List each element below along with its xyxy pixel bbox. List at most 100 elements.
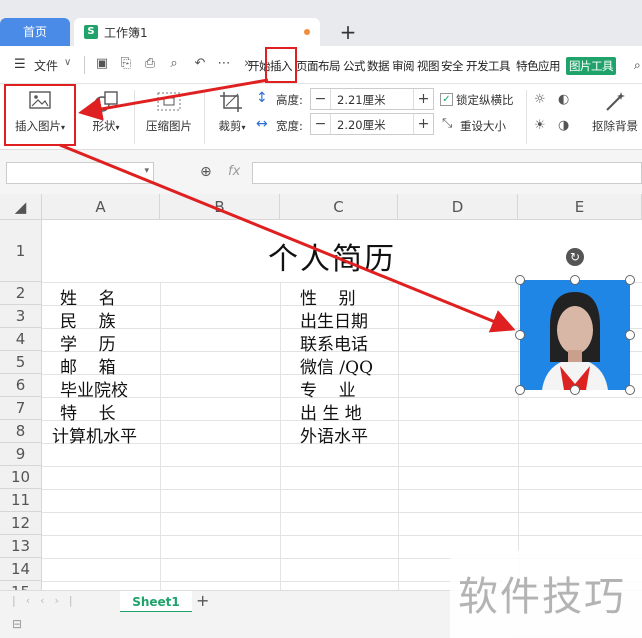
brightness-up-icon[interactable]: ☼ — [534, 92, 546, 107]
compress-icon — [155, 90, 183, 114]
shape-button[interactable]: 形状▾ — [84, 90, 128, 134]
resize-handle-nw[interactable] — [515, 275, 525, 285]
rotate-handle-icon[interactable]: ↻ — [566, 248, 584, 266]
unsaved-dot-icon — [304, 29, 310, 35]
row-header[interactable]: 1 — [0, 220, 42, 282]
column-header-b[interactable]: B — [160, 194, 280, 220]
tab-formula[interactable]: 公式 — [343, 58, 366, 74]
label-phone[interactable]: 联系电话 — [300, 330, 368, 355]
height-value[interactable]: 2.21厘米 — [337, 92, 386, 108]
label-computer-level[interactable]: 计算机水平 — [52, 422, 137, 447]
label-school[interactable]: 毕业院校 — [60, 376, 128, 401]
label-gender[interactable]: 性 别 — [300, 284, 356, 309]
formula-input[interactable] — [252, 162, 642, 184]
print-icon[interactable]: ⎙ — [142, 56, 158, 72]
row-header[interactable]: 8 — [0, 420, 42, 443]
resize-handle-s[interactable] — [570, 385, 580, 395]
tab-special[interactable]: 特色应用 — [516, 58, 561, 74]
row-header[interactable]: 3 — [0, 305, 42, 328]
width-increase-button[interactable]: + — [413, 114, 433, 134]
row-header[interactable]: 4 — [0, 328, 42, 351]
row-header[interactable]: 11 — [0, 489, 42, 512]
label-major[interactable]: 专 业 — [300, 376, 356, 401]
tab-developer[interactable]: 开发工具 — [466, 58, 511, 74]
label-birthdate[interactable]: 出生日期 — [300, 307, 368, 332]
height-decrease-button[interactable]: − — [311, 89, 331, 109]
brightness-down-icon[interactable]: ☀ — [534, 118, 546, 133]
compress-picture-button[interactable]: 压缩图片 — [142, 90, 196, 134]
print-preview-icon[interactable]: ⌕ — [166, 56, 182, 72]
sheet-tab-sheet1[interactable]: Sheet1 — [120, 591, 192, 613]
fx-icon[interactable]: fx — [228, 164, 240, 179]
redo-icon[interactable]: ⋯ — [216, 56, 232, 72]
search-icon[interactable]: ⌕ — [634, 58, 641, 73]
tab-data[interactable]: 数据 — [367, 58, 390, 74]
chevron-down-icon[interactable]: ∨ — [64, 57, 71, 68]
chevron-down-icon[interactable]: ▾ — [144, 166, 149, 176]
row-header[interactable]: 2 — [0, 282, 42, 305]
divider — [526, 90, 527, 144]
resize-handle-sw[interactable] — [515, 385, 525, 395]
width-value[interactable]: 2.20厘米 — [337, 117, 386, 133]
lock-ratio-checkbox[interactable]: ✓ — [440, 93, 453, 106]
row-header[interactable]: 10 — [0, 466, 42, 489]
label-education[interactable]: 学 历 — [60, 330, 116, 355]
spreadsheet-grid[interactable]: ◢ A B C D E 1 2 3 4 5 6 7 8 9 10 11 12 1… — [0, 194, 642, 590]
label-birthplace[interactable]: 出 生 地 — [300, 399, 362, 424]
resize-handle-n[interactable] — [570, 275, 580, 285]
tab-home[interactable]: 首页 — [0, 18, 70, 46]
row-header[interactable]: 9 — [0, 443, 42, 466]
zoom-icon[interactable]: ⊕ — [200, 164, 212, 180]
row-header[interactable]: 6 — [0, 374, 42, 397]
tab-workbook[interactable]: S 工作簿1 — [74, 18, 320, 46]
sheet-nav-icon[interactable]: |‹‹›| — [12, 594, 83, 607]
column-header-d[interactable]: D — [398, 194, 518, 220]
tab-view[interactable]: 视图 — [417, 58, 440, 74]
resize-handle-e[interactable] — [625, 330, 635, 340]
resize-handle-se[interactable] — [625, 385, 635, 395]
tab-security[interactable]: 安全 — [441, 58, 464, 74]
export-icon[interactable]: ⎘ — [118, 56, 134, 72]
remove-background-button[interactable]: 抠除背景 — [588, 90, 642, 134]
label-ethnicity[interactable]: 民 族 — [60, 307, 116, 332]
row-header[interactable]: 12 — [0, 512, 42, 535]
label-email[interactable]: 邮 箱 — [60, 353, 116, 378]
resize-handle-ne[interactable] — [625, 275, 635, 285]
width-decrease-button[interactable]: − — [311, 114, 331, 134]
column-header-a[interactable]: A — [42, 194, 160, 220]
tab-picture-tools[interactable]: 图片工具 — [566, 57, 616, 75]
hamburger-icon[interactable]: ☰ — [14, 57, 26, 72]
label-name[interactable]: 姓 名 — [60, 284, 116, 309]
crop-button[interactable]: 裁剪▾ — [210, 90, 254, 134]
menu-bar: ☰ 文件 ∨ ▣ ⎘ ⎙ ⌕ ↶ ⋯ » 开始 插入 页面布局 公式 数据 审阅… — [0, 46, 642, 84]
label-language-level[interactable]: 外语水平 — [300, 422, 368, 447]
height-stepper[interactable]: − 2.21厘米 + — [310, 88, 434, 110]
new-tab-button[interactable]: + — [336, 18, 360, 46]
name-box[interactable]: ▾ — [6, 162, 154, 184]
row-header[interactable]: 13 — [0, 535, 42, 558]
row-header[interactable]: 5 — [0, 351, 42, 374]
select-all-corner[interactable]: ◢ — [0, 194, 42, 220]
file-menu[interactable]: 文件 — [34, 57, 58, 74]
column-header-e[interactable]: E — [518, 194, 642, 220]
add-sheet-button[interactable]: + — [196, 591, 209, 610]
height-increase-button[interactable]: + — [413, 89, 433, 109]
reset-size-button[interactable]: 重设大小 — [460, 118, 506, 134]
inserted-photo[interactable] — [520, 280, 630, 390]
undo-icon[interactable]: ↶ — [192, 56, 208, 72]
tab-review[interactable]: 审阅 — [392, 58, 415, 74]
resume-title[interactable]: 个人简历 — [268, 234, 396, 278]
row-header[interactable]: 7 — [0, 397, 42, 420]
label-wechat-qq[interactable]: 微信 /QQ — [300, 353, 373, 378]
row-header[interactable]: 14 — [0, 558, 42, 581]
column-header-c[interactable]: C — [280, 194, 398, 220]
save-icon[interactable]: ▣ — [94, 56, 110, 72]
row-header[interactable]: 15 — [0, 581, 42, 590]
contrast-up-icon[interactable]: ◐ — [558, 92, 569, 107]
resize-handle-w[interactable] — [515, 330, 525, 340]
contrast-down-icon[interactable]: ◑ — [558, 118, 569, 133]
tab-page-layout[interactable]: 页面布局 — [296, 58, 341, 74]
width-stepper[interactable]: − 2.20厘米 + — [310, 113, 434, 135]
label-skills[interactable]: 特 长 — [60, 399, 116, 424]
status-icon[interactable]: ⊟ — [12, 617, 22, 631]
